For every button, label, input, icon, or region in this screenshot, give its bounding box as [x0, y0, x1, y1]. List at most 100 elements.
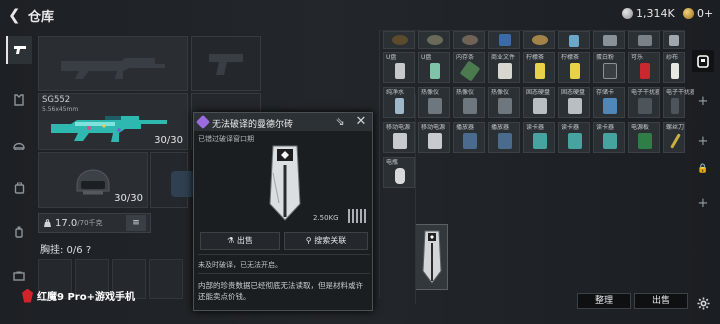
- grid-cell[interactable]: [663, 31, 685, 49]
- helmet-slot[interactable]: 30/30: [38, 152, 148, 208]
- nav-box[interactable]: [6, 262, 32, 290]
- grid-cell[interactable]: [488, 31, 520, 49]
- collapse-icon[interactable]: ⇘: [334, 116, 346, 128]
- popup-header: 无法破译的曼德尔砖 ⇘ ✕: [194, 113, 372, 131]
- add-storage-button[interactable]: +: [692, 130, 714, 152]
- sell-button[interactable]: 出售: [634, 293, 688, 309]
- grid-cell-lemon-tea[interactable]: 柠檬茶: [558, 52, 590, 83]
- search-related-button[interactable]: ⚲ 搜索关联: [284, 232, 368, 250]
- grid-cell-screwdriver[interactable]: 螺丝刀: [663, 122, 685, 153]
- backpack-icon: [14, 182, 24, 194]
- grid-cell-usb[interactable]: U盘: [383, 52, 415, 83]
- grid-cell-thermal[interactable]: 热像仪: [488, 87, 520, 118]
- grid-cell-document[interactable]: 商业文件: [488, 52, 520, 83]
- item-detail-popup: 无法破译的曼德尔砖 ⇘ ✕ 已错过破译窗口期 2.50KG ⚗ 出售 ⚲ 搜索关…: [193, 112, 373, 311]
- lock-toggle[interactable]: 🔒: [692, 158, 714, 180]
- grid-cell-player[interactable]: 播放器: [453, 122, 485, 153]
- gear-icon: [697, 297, 709, 309]
- weapon-ammo-count: 30/30: [154, 135, 183, 146]
- grid-cell[interactable]: [418, 31, 450, 49]
- add-storage-button[interactable]: +: [692, 192, 714, 214]
- grid-cell-gauze[interactable]: 纱布: [663, 52, 685, 83]
- nav-helmet[interactable]: [6, 130, 32, 158]
- weight-icon: [44, 218, 51, 227]
- grid-cell-card-reader[interactable]: 读卡器: [523, 122, 555, 153]
- grid-cell-jammer[interactable]: 电子干扰器: [663, 87, 694, 118]
- sort-button[interactable]: 整理: [577, 293, 631, 309]
- plus-icon: +: [697, 195, 709, 211]
- gold-coin-icon: [683, 8, 694, 19]
- box-icon: [13, 271, 25, 281]
- grid-cell[interactable]: [593, 31, 625, 49]
- category-nav: [6, 36, 32, 324]
- settings-button[interactable]: [692, 292, 714, 314]
- popup-sell-button[interactable]: ⚗ 出售: [200, 232, 280, 250]
- nav-weapons[interactable]: [6, 36, 32, 64]
- grid-cell-usb[interactable]: U盘: [418, 52, 450, 83]
- rifle-silhouette-icon: [61, 58, 165, 79]
- mandel-brick-large-icon: [269, 145, 301, 221]
- nav-grenade[interactable]: [6, 218, 32, 246]
- grid-cell-thermal[interactable]: 热像仪: [453, 87, 485, 118]
- pistol-icon: [14, 46, 26, 54]
- sg552-rifle-icon: [51, 116, 167, 142]
- grid-cell-water[interactable]: 纯净水: [383, 87, 415, 118]
- weapon-slot-sg552[interactable]: SG552 5.56x45mm 30/30: [38, 93, 188, 150]
- grid-cell-memory[interactable]: 内存条: [453, 52, 485, 83]
- search-icon: ⚲: [305, 236, 315, 245]
- grid-cell-storage-card[interactable]: 存储卡: [593, 87, 625, 118]
- grid-cell-lemon-tea[interactable]: 柠檬茶: [523, 52, 555, 83]
- grid-cell-ssd[interactable]: 固态硬盘: [558, 87, 590, 118]
- currency-secondary: 0+: [683, 7, 713, 20]
- locker-icon: [697, 54, 709, 68]
- page-title: 仓库: [28, 10, 55, 25]
- grid-cell-powerbank[interactable]: 移动电源: [418, 122, 450, 153]
- storage-tab-button[interactable]: [692, 50, 714, 72]
- grid-cell-mandel-brick[interactable]: [415, 224, 448, 290]
- mandel-brick-item-icon: [422, 230, 442, 284]
- chest-slot[interactable]: [149, 259, 183, 299]
- grid-cell-battery[interactable]: 电瓶: [383, 157, 415, 188]
- primary-weapon-slot-empty[interactable]: [38, 36, 188, 91]
- sell-icon: ⚗: [227, 236, 237, 245]
- silver-coin-icon: [622, 8, 633, 19]
- divider: [198, 254, 370, 255]
- storage-grid: U盘 U盘 内存条 商业文件 柠檬茶 柠檬茶 蛋白粉 可乐 纱布 纯净水 热像仪…: [379, 30, 694, 298]
- list-view-button[interactable]: ≡: [126, 215, 146, 231]
- grid-cell-card-reader[interactable]: 读卡器: [593, 122, 625, 153]
- plus-icon: +: [697, 93, 709, 109]
- divider: [198, 273, 370, 274]
- nav-vest[interactable]: [6, 86, 32, 114]
- back-icon[interactable]: ❮: [8, 8, 22, 23]
- add-storage-button[interactable]: +: [692, 90, 714, 112]
- helmet-durability: 30/30: [114, 193, 143, 204]
- chest-rig-label: 胸挂: 0/6 ?: [40, 245, 92, 256]
- grenade-icon: [15, 226, 23, 238]
- grid-cell-protein[interactable]: 蛋白粉: [593, 52, 625, 83]
- nav-backpack[interactable]: [6, 174, 32, 202]
- helmet-icon: [13, 142, 25, 150]
- grid-cell[interactable]: [383, 31, 415, 49]
- footer-watermark: [0, 314, 720, 324]
- popup-title: 无法破译的曼德尔砖: [212, 120, 294, 130]
- warehouse-screen: ❮ 仓库 1,314K 0+ SG552 5.56x45mm 30/30 30/…: [0, 0, 720, 324]
- device-watermark: 红魔9 Pro+游戏手机: [22, 288, 135, 303]
- grid-cell-ssd[interactable]: 固态硬盘: [523, 87, 555, 118]
- grid-cell-thermal[interactable]: 热像仪: [418, 87, 450, 118]
- secondary-weapon-slot-empty[interactable]: [191, 36, 261, 91]
- grid-cell[interactable]: [558, 31, 590, 49]
- grid-cell-powerbank[interactable]: 移动电源: [383, 122, 415, 153]
- right-toolbar: + + 🔒 +: [688, 30, 720, 324]
- armor-slot[interactable]: [150, 152, 201, 208]
- grid-cell-cola[interactable]: 可乐: [628, 52, 660, 83]
- grid-cell-card-reader[interactable]: 读卡器: [558, 122, 590, 153]
- close-icon[interactable]: ✕: [355, 115, 367, 128]
- grid-cell-player[interactable]: 播放器: [488, 122, 520, 153]
- grid-cell-jammer[interactable]: 电子干扰器: [628, 87, 660, 118]
- grid-cell[interactable]: [453, 31, 485, 49]
- grid-cell[interactable]: [523, 31, 555, 49]
- lock-icon: 🔒: [697, 164, 709, 174]
- grid-cell[interactable]: [628, 31, 660, 49]
- grid-cell-power-board[interactable]: 电源板: [628, 122, 660, 153]
- item-weight: 2.50KG: [313, 214, 339, 222]
